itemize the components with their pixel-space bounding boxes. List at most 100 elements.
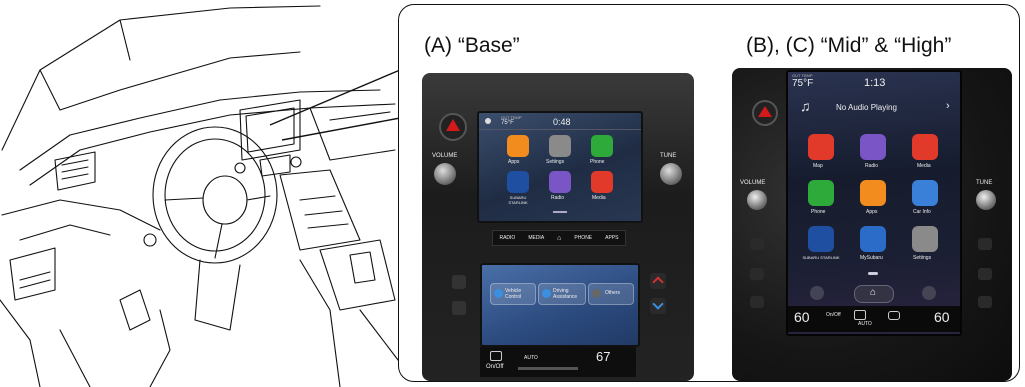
base-climate-auto[interactable]: AUTO [524,355,538,361]
others-button[interactable]: Others [588,283,634,305]
mid-climate-bar: 60 On/Off AUTO 60 [788,306,960,332]
dashboard-sketch [0,5,399,387]
base-clock: 0:48 [553,117,571,127]
mid-clock: 1:13 [864,77,886,89]
mid-back-icon[interactable] [810,286,824,300]
app-tile-radio[interactable] [549,171,571,193]
app-tile-apps[interactable] [507,135,529,157]
vehicle-control-label: Vehicle Control [505,288,522,300]
fan-speed-bar[interactable] [518,367,578,370]
base-out-temp: 75°F [501,120,514,126]
app-label-starlink: SUBARU STARLINK [508,195,528,205]
mid-app-carinfo[interactable] [912,180,938,206]
nav-phone-button[interactable]: PHONE [574,235,592,241]
base-climate-temp: 67 [596,349,611,364]
mid-app-starlink[interactable] [808,226,834,252]
temp-up-button[interactable] [650,273,666,289]
app-tile-phone[interactable] [591,135,613,157]
mid-app-label-phone: Phone [811,209,826,215]
base-lower-screen: Vehicle Control Driving Assistance Other… [480,263,640,347]
defrost-button[interactable] [452,275,466,289]
mid-page-indicator [868,272,878,275]
mid-app-label-settings: Settings [913,255,932,261]
mid-app-mysubaru[interactable] [860,226,886,252]
mid-high-head-unit: VOLUME TUNE OUT TEMP 75°F 1:13 ♫ No Audi… [732,68,1012,381]
mid-app-label-map: Map [813,163,823,169]
mid-temp-right: 60 [934,309,950,325]
temp-down-button[interactable] [650,298,666,314]
mid-app-phone[interactable] [808,180,834,206]
mid-left-button-1[interactable] [750,238,764,250]
app-label-radio: Radio [551,195,565,201]
label-mid-high: (B), (C) “Mid” & “High” [746,34,952,57]
mid-left-button-3[interactable] [750,296,764,308]
home-icon: ⌂ [870,287,877,298]
hazard-icon [446,119,460,131]
mid-tune-knob[interactable] [976,190,996,210]
mid-home-button[interactable]: ⌂ [854,285,894,303]
driving-assistance-label: Driving Assistance [553,288,578,300]
chevron-right-icon[interactable]: › [946,100,950,112]
tune-knob[interactable] [660,163,682,185]
mid-app-label-carinfo: Car Info [913,209,931,215]
home-icon[interactable]: ⌂ [557,235,561,242]
vehicle-control-button[interactable]: Vehicle Control [490,283,536,305]
mid-profile-icon[interactable] [922,286,936,300]
tune-label: TUNE [660,153,677,159]
mid-temp-left: 60 [794,309,810,325]
mid-volume-knob[interactable] [747,190,767,210]
mid-left-button-2[interactable] [750,268,764,280]
app-label-apps: Apps [508,159,520,165]
fan-icon [490,351,502,361]
hazard-button[interactable] [439,113,467,141]
mid-app-label-starlink: SUBARU STARLINK [802,255,840,260]
music-note-icon: ♫ [800,98,811,114]
mid-right-button-2[interactable] [978,268,992,280]
user-icon [485,118,491,124]
app-label-phone: Phone [590,159,605,165]
mid-app-label-mysubaru: MySubaru [860,255,883,261]
mid-fan-icon [854,310,866,320]
mid-right-button-1[interactable] [978,238,992,250]
mid-recirc-icon[interactable] [888,311,900,320]
app-tile-settings[interactable] [549,135,571,157]
mid-app-radio[interactable] [860,134,886,160]
mid-app-media[interactable] [912,134,938,160]
label-base: (A) “Base” [424,34,520,57]
driving-assistance-icon [542,289,551,298]
page-indicator [553,211,567,213]
chevron-down-icon [652,298,664,310]
mid-app-map[interactable] [808,134,834,160]
app-tile-starlink[interactable] [507,171,529,193]
mid-tune-label: TUNE [976,180,993,186]
nav-apps-button[interactable]: APPS [605,235,618,241]
mid-hazard-button[interactable] [752,100,778,126]
volume-knob[interactable] [434,163,456,185]
mid-app-settings[interactable] [912,226,938,252]
nav-radio-button[interactable]: RADIO [499,235,515,241]
base-main-screen: OUT TEMP 75°F 0:48 Apps Settings Phone S… [477,111,643,223]
app-label-settings: Settings [546,159,565,165]
mid-app-label-radio: Radio [865,163,879,169]
vehicle-control-icon [494,289,503,298]
base-climate-bar: On/Off AUTO 67 [480,347,636,377]
more-icon [592,289,601,298]
mid-climate-auto[interactable]: AUTO [858,321,872,327]
mid-hazard-icon [758,106,772,117]
volume-label: VOLUME [432,153,458,159]
mid-out-temp: 75°F [792,78,814,89]
driving-assistance-button[interactable]: Driving Assistance [538,283,586,305]
nav-media-button[interactable]: MEDIA [528,235,544,241]
base-climate-onoff[interactable]: On/Off [486,364,504,370]
mid-app-label-apps: Apps [866,209,878,215]
nav-bar: RADIO MEDIA ⌂ PHONE APPS [492,230,626,246]
seat-button[interactable] [452,301,466,315]
mid-app-label-media: Media [917,163,931,169]
mid-right-button-3[interactable] [978,296,992,308]
others-label: Others [605,290,621,296]
mid-app-apps[interactable] [860,180,886,206]
chevron-up-icon [652,276,664,288]
mid-climate-onoff[interactable]: On/Off [826,312,841,318]
mid-volume-label: VOLUME [740,180,766,186]
app-tile-media[interactable] [591,171,613,193]
